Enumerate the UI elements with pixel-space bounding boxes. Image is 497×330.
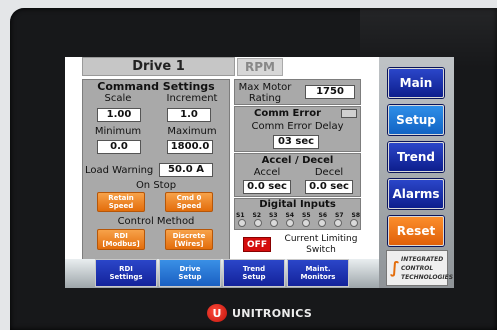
accel-label: Accel	[253, 167, 281, 178]
company-logo-text: Integrated Control Technologies	[401, 255, 453, 282]
discrete-wires-button[interactable]: Discrete [Wires]	[165, 229, 213, 250]
digital-inputs-panel: Digital Inputs S1 S2 S3 S4 S5 S6 S7 S8	[234, 198, 361, 230]
digital-input-led	[254, 219, 262, 227]
main-button[interactable]: Main	[388, 68, 444, 98]
decel-label: Decel	[314, 167, 344, 178]
hmi-screen: Drive 1 RPM Command Settings Scale Incre…	[65, 57, 454, 288]
command-settings-panel: Command Settings Scale Increment 1.00 1.…	[82, 79, 230, 261]
decel-field[interactable]: 0.0 sec	[305, 180, 353, 194]
accel-decel-panel: Accel / Decel Accel Decel 0.0 sec 0.0 se…	[234, 153, 361, 197]
comm-error-heading: Comm Error	[253, 108, 322, 119]
command-settings-heading: Command Settings	[97, 80, 215, 93]
digital-input-led	[302, 219, 310, 227]
comm-error-panel: Comm Error Comm Error Delay 03 sec	[234, 106, 361, 152]
accel-field[interactable]: 0.0 sec	[243, 180, 291, 194]
tab-rdi-settings[interactable]: RDI Settings	[95, 259, 157, 287]
retain-speed-button[interactable]: Retain Speed	[97, 192, 145, 212]
digital-input-led	[286, 219, 294, 227]
digital-input-led	[238, 219, 246, 227]
accel-decel-heading: Accel / Decel	[261, 155, 334, 166]
increment-field[interactable]: 1.0	[167, 108, 211, 122]
company-logo: ∫ Integrated Control Technologies	[386, 250, 453, 286]
rpm-indicator: RPM	[237, 58, 283, 76]
comm-error-delay-field[interactable]: 03 sec	[273, 135, 319, 149]
digital-input-led	[350, 219, 358, 227]
minimum-label: Minimum	[94, 126, 142, 137]
increment-label: Increment	[166, 93, 218, 104]
unitronics-logo: U UNITRONICS	[207, 303, 312, 323]
page-title: Drive 1	[82, 57, 235, 76]
max-motor-rating-label: Max Motor Rating	[238, 82, 292, 104]
trend-button[interactable]: Trend	[388, 142, 444, 172]
minimum-field[interactable]: 0.0	[97, 140, 141, 154]
comm-error-indicator	[341, 109, 357, 118]
digital-input-led	[318, 219, 326, 227]
cmd0-speed-button[interactable]: Cmd 0 Speed	[165, 192, 213, 212]
load-warning-label: Load Warning	[85, 165, 154, 176]
digital-inputs-heading: Digital Inputs	[259, 199, 336, 210]
digital-input-leds	[238, 219, 358, 227]
control-method-label: Control Method	[117, 216, 195, 227]
company-logo-line3: Technologies	[401, 274, 454, 281]
comm-error-delay-label: Comm Error Delay	[251, 121, 344, 132]
scale-label: Scale	[104, 93, 132, 104]
reset-button[interactable]: Reset	[388, 216, 444, 246]
max-motor-rating-panel: Max Motor Rating 1750	[234, 79, 361, 105]
load-warning-field[interactable]: 50.0 A	[159, 163, 213, 177]
unitronics-logo-icon: U	[207, 304, 227, 322]
tab-drive-setup[interactable]: Drive Setup	[159, 259, 221, 287]
rdi-modbus-button[interactable]: RDI [Modbus]	[97, 229, 145, 250]
company-logo-line2: Control	[401, 265, 434, 272]
maximum-field[interactable]: 1800.0	[167, 140, 213, 154]
scale-field[interactable]: 1.00	[97, 108, 141, 122]
company-logo-line1: Integrated	[401, 256, 444, 263]
digital-input-led	[270, 219, 278, 227]
company-logo-mark: ∫	[390, 258, 400, 277]
current-limiting-off-button[interactable]: OFF	[243, 237, 271, 252]
on-stop-label: On Stop	[135, 180, 177, 191]
unitronics-logo-text: UNITRONICS	[232, 306, 313, 320]
tab-trend-setup[interactable]: Trend Setup	[223, 259, 285, 287]
alarms-button[interactable]: Alarms	[388, 179, 444, 209]
digital-input-led	[334, 219, 342, 227]
max-motor-rating-field[interactable]: 1750	[305, 85, 355, 99]
tab-maint-monitors[interactable]: Maint. Monitors	[287, 259, 349, 287]
current-limiting-label: Current Limiting Switch	[284, 234, 358, 255]
setup-button[interactable]: Setup	[388, 105, 444, 135]
maximum-label: Maximum	[167, 126, 217, 137]
